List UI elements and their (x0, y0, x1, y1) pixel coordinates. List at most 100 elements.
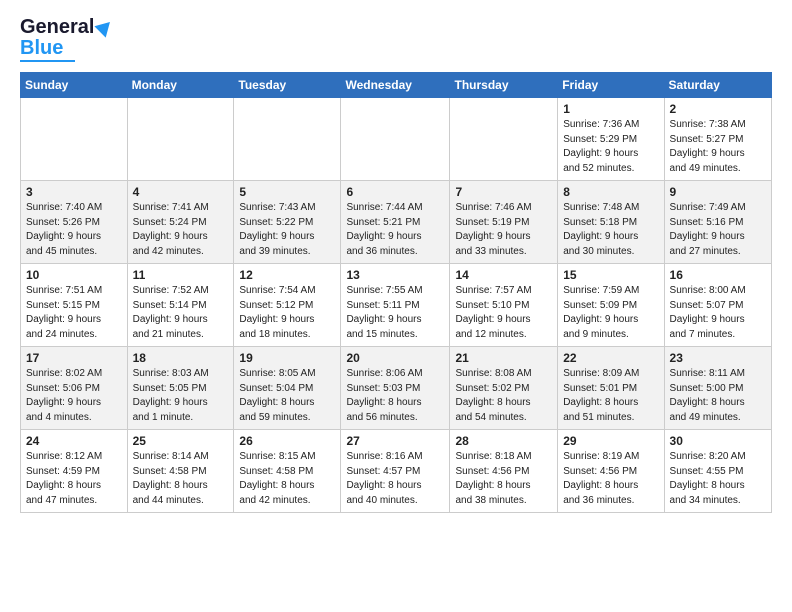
day-number: 18 (133, 351, 229, 365)
day-number: 10 (26, 268, 122, 282)
day-info: Sunrise: 8:14 AM Sunset: 4:58 PM Dayligh… (133, 450, 229, 508)
calendar-table: SundayMondayTuesdayWednesdayThursdayFrid… (20, 72, 772, 513)
day-cell: 17 Sunrise: 8:02 AM Sunset: 5:06 PM Dayli… (21, 347, 128, 430)
page: GeneralBlue SundayMondayTuesdayWednesday… (0, 0, 792, 529)
weekday-header-thursday: Thursday (450, 73, 558, 98)
day-number: 1 (563, 102, 658, 116)
day-number: 16 (670, 268, 766, 282)
day-cell: 29Sunrise: 8:19 AM Sunset: 4:56 PM Dayli… (558, 430, 664, 513)
day-cell: 24 Sunrise: 8:12 AM Sunset: 4:59 PM Dayli… (21, 430, 128, 513)
weekday-header-tuesday: Tuesday (234, 73, 341, 98)
day-cell (21, 98, 128, 181)
day-number: 15 (563, 268, 658, 282)
day-cell: 3 Sunrise: 7:40 AM Sunset: 5:26 PM Daylig… (21, 181, 128, 264)
day-info: Sunrise: 8:19 AM Sunset: 4:56 PM Dayligh… (563, 450, 658, 508)
day-cell: 20 Sunrise: 8:06 AM Sunset: 5:03 PM Dayli… (341, 347, 450, 430)
day-cell: 9 Sunrise: 7:49 AM Sunset: 5:16 PM Daylig… (664, 181, 771, 264)
day-number: 7 (455, 185, 552, 199)
day-info: Sunrise: 7:48 AM Sunset: 5:18 PM Dayligh… (563, 201, 658, 259)
day-number: 24 (26, 434, 122, 448)
day-info: Sunrise: 7:51 AM Sunset: 5:15 PM Dayligh… (26, 284, 122, 342)
day-cell: 4Sunrise: 7:41 AM Sunset: 5:24 PM Daylig… (127, 181, 234, 264)
day-cell: 1 Sunrise: 7:36 AM Sunset: 5:29 PM Daylig… (558, 98, 664, 181)
week-row-4: 17 Sunrise: 8:02 AM Sunset: 5:06 PM Dayli… (21, 347, 772, 430)
day-info: Sunrise: 7:36 AM Sunset: 5:29 PM Dayligh… (563, 118, 658, 176)
day-number: 25 (133, 434, 229, 448)
day-info: Sunrise: 7:52 AM Sunset: 5:14 PM Dayligh… (133, 284, 229, 342)
weekday-header-sunday: Sunday (21, 73, 128, 98)
day-cell: 19 Sunrise: 8:05 AM Sunset: 5:04 PM Dayli… (234, 347, 341, 430)
day-cell: 25 Sunrise: 8:14 AM Sunset: 4:58 PM Dayli… (127, 430, 234, 513)
day-info: Sunrise: 7:44 AM Sunset: 5:21 PM Dayligh… (346, 201, 444, 259)
day-info: Sunrise: 7:43 AM Sunset: 5:22 PM Dayligh… (239, 201, 335, 259)
logo-line2: Blue (20, 38, 63, 58)
day-cell: 23 Sunrise: 8:11 AM Sunset: 5:00 PM Dayli… (664, 347, 771, 430)
day-cell: 10 Sunrise: 7:51 AM Sunset: 5:15 PM Dayli… (21, 264, 128, 347)
day-number: 22 (563, 351, 658, 365)
day-number: 11 (133, 268, 229, 282)
header: GeneralBlue (20, 16, 772, 62)
day-cell: 26Sunrise: 8:15 AM Sunset: 4:58 PM Dayli… (234, 430, 341, 513)
day-cell: 30Sunrise: 8:20 AM Sunset: 4:55 PM Dayli… (664, 430, 771, 513)
day-number: 21 (455, 351, 552, 365)
day-info: Sunrise: 8:03 AM Sunset: 5:05 PM Dayligh… (133, 367, 229, 425)
day-info: Sunrise: 8:12 AM Sunset: 4:59 PM Dayligh… (26, 450, 122, 508)
day-info: Sunrise: 7:40 AM Sunset: 5:26 PM Dayligh… (26, 201, 122, 259)
day-info: Sunrise: 8:09 AM Sunset: 5:01 PM Dayligh… (563, 367, 658, 425)
day-number: 9 (670, 185, 766, 199)
day-number: 30 (670, 434, 766, 448)
day-info: Sunrise: 8:02 AM Sunset: 5:06 PM Dayligh… (26, 367, 122, 425)
weekday-header-saturday: Saturday (664, 73, 771, 98)
day-cell (341, 98, 450, 181)
day-number: 8 (563, 185, 658, 199)
day-info: Sunrise: 7:38 AM Sunset: 5:27 PM Dayligh… (670, 118, 766, 176)
week-row-1: 1 Sunrise: 7:36 AM Sunset: 5:29 PM Daylig… (21, 98, 772, 181)
day-cell: 15 Sunrise: 7:59 AM Sunset: 5:09 PM Dayli… (558, 264, 664, 347)
day-info: Sunrise: 8:11 AM Sunset: 5:00 PM Dayligh… (670, 367, 766, 425)
day-info: Sunrise: 7:46 AM Sunset: 5:19 PM Dayligh… (455, 201, 552, 259)
week-row-2: 3 Sunrise: 7:40 AM Sunset: 5:26 PM Daylig… (21, 181, 772, 264)
day-cell: 7 Sunrise: 7:46 AM Sunset: 5:19 PM Daylig… (450, 181, 558, 264)
day-number: 19 (239, 351, 335, 365)
day-cell: 16 Sunrise: 8:00 AM Sunset: 5:07 PM Dayli… (664, 264, 771, 347)
day-info: Sunrise: 8:05 AM Sunset: 5:04 PM Dayligh… (239, 367, 335, 425)
day-info: Sunrise: 8:00 AM Sunset: 5:07 PM Dayligh… (670, 284, 766, 342)
day-cell (234, 98, 341, 181)
week-row-5: 24 Sunrise: 8:12 AM Sunset: 4:59 PM Dayli… (21, 430, 772, 513)
day-number: 12 (239, 268, 335, 282)
day-cell: 14Sunrise: 7:57 AM Sunset: 5:10 PM Dayli… (450, 264, 558, 347)
day-cell: 5 Sunrise: 7:43 AM Sunset: 5:22 PM Daylig… (234, 181, 341, 264)
week-row-3: 10 Sunrise: 7:51 AM Sunset: 5:15 PM Dayli… (21, 264, 772, 347)
weekday-header-wednesday: Wednesday (341, 73, 450, 98)
day-number: 20 (346, 351, 444, 365)
day-number: 6 (346, 185, 444, 199)
day-info: Sunrise: 8:16 AM Sunset: 4:57 PM Dayligh… (346, 450, 444, 508)
day-cell: 27 Sunrise: 8:16 AM Sunset: 4:57 PM Dayli… (341, 430, 450, 513)
day-number: 3 (26, 185, 122, 199)
day-cell (127, 98, 234, 181)
day-cell: 2 Sunrise: 7:38 AM Sunset: 5:27 PM Daylig… (664, 98, 771, 181)
day-info: Sunrise: 7:49 AM Sunset: 5:16 PM Dayligh… (670, 201, 766, 259)
day-number: 2 (670, 102, 766, 116)
day-info: Sunrise: 8:06 AM Sunset: 5:03 PM Dayligh… (346, 367, 444, 425)
day-number: 23 (670, 351, 766, 365)
day-number: 13 (346, 268, 444, 282)
day-cell: 12 Sunrise: 7:54 AM Sunset: 5:12 PM Dayli… (234, 264, 341, 347)
day-cell: 13Sunrise: 7:55 AM Sunset: 5:11 PM Dayli… (341, 264, 450, 347)
day-number: 17 (26, 351, 122, 365)
day-number: 27 (346, 434, 444, 448)
day-cell: 22 Sunrise: 8:09 AM Sunset: 5:01 PM Dayli… (558, 347, 664, 430)
day-info: Sunrise: 7:57 AM Sunset: 5:10 PM Dayligh… (455, 284, 552, 342)
day-info: Sunrise: 8:18 AM Sunset: 4:56 PM Dayligh… (455, 450, 552, 508)
day-number: 5 (239, 185, 335, 199)
day-cell: 28Sunrise: 8:18 AM Sunset: 4:56 PM Dayli… (450, 430, 558, 513)
weekday-header-friday: Friday (558, 73, 664, 98)
day-info: Sunrise: 7:59 AM Sunset: 5:09 PM Dayligh… (563, 284, 658, 342)
day-cell: 18 Sunrise: 8:03 AM Sunset: 5:05 PM Dayli… (127, 347, 234, 430)
day-number: 26 (239, 434, 335, 448)
logo-underline (20, 60, 75, 62)
day-info: Sunrise: 8:08 AM Sunset: 5:02 PM Dayligh… (455, 367, 552, 425)
logo-line1: General (20, 16, 113, 38)
day-info: Sunrise: 7:54 AM Sunset: 5:12 PM Dayligh… (239, 284, 335, 342)
day-info: Sunrise: 7:41 AM Sunset: 5:24 PM Dayligh… (133, 201, 229, 259)
